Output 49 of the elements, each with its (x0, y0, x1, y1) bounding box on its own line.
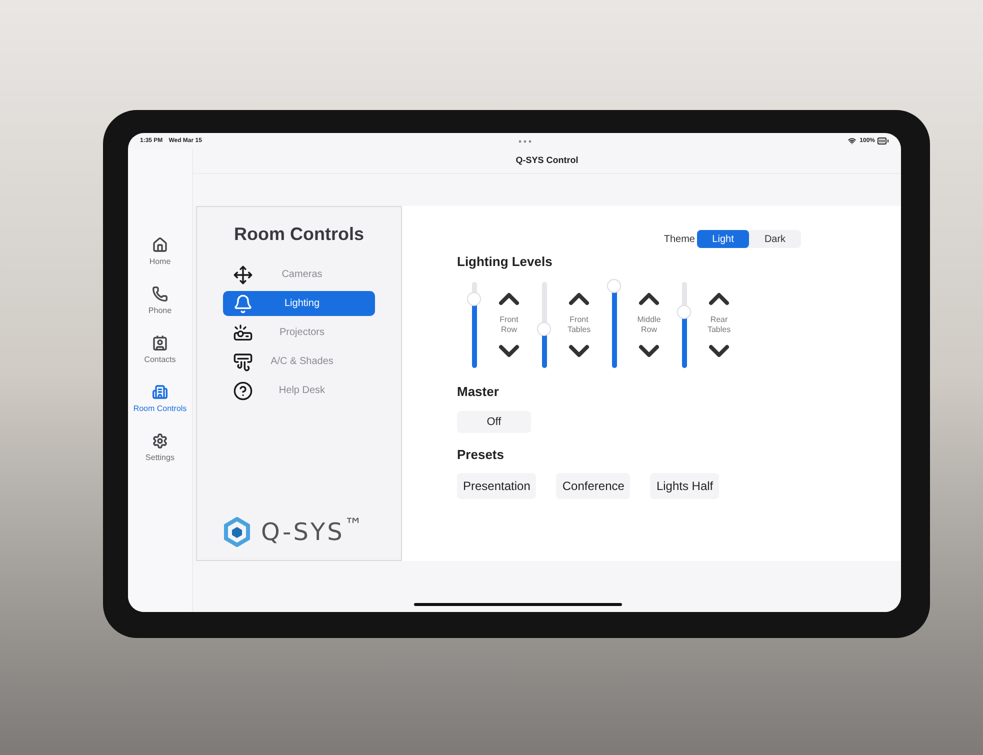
vertical-slider[interactable] (607, 282, 621, 368)
settings-icon (152, 433, 168, 449)
tab-bar-item[interactable]: Home (149, 237, 171, 268)
projector-icon (233, 322, 253, 342)
slider-thumb[interactable] (677, 304, 691, 319)
menu-item[interactable]: Help Desk (223, 378, 375, 403)
menu-item[interactable]: Cameras (223, 262, 375, 287)
window-title: Q-SYS Control (516, 154, 578, 168)
menu-item[interactable]: A/C & Shades (223, 349, 375, 374)
section-heading: Presets (457, 446, 505, 464)
theme-label: Theme (664, 232, 695, 246)
vertical-slider[interactable] (677, 282, 691, 368)
preset-button[interactable]: Conference (556, 472, 630, 499)
tab-bar-item[interactable]: Settings (146, 433, 174, 464)
logo-mark-icon (223, 517, 251, 547)
vertical-slider[interactable] (467, 282, 481, 368)
preset-button[interactable]: Lights Half (650, 472, 720, 499)
master-off-button[interactable]: Off (457, 411, 531, 434)
battery-icon (877, 135, 889, 147)
zone-label: Middle Row (636, 314, 662, 334)
menu-item[interactable]: Lighting (223, 291, 375, 316)
theme-option[interactable]: Light (697, 230, 749, 248)
multitask-dots-icon (518, 140, 532, 142)
air-conditioner-icon (233, 352, 253, 372)
tab-bar-item[interactable]: Contacts (144, 335, 176, 366)
section-heading: Lighting Levels (457, 253, 554, 271)
vertical-slider[interactable] (537, 282, 551, 368)
phone-icon (152, 286, 168, 302)
menu-item[interactable]: Projectors (223, 320, 375, 345)
help-icon (233, 380, 253, 400)
zone-label: Rear Tables (706, 314, 732, 334)
wifi-icon (848, 137, 856, 145)
theme-option[interactable]: Dark (749, 230, 801, 248)
tab-bar-item[interactable]: Phone (148, 286, 172, 317)
section-heading: Master (457, 382, 500, 400)
preset-button[interactable]: Presentation (457, 472, 536, 499)
panel-title: Room Controls (233, 223, 365, 246)
slider-thumb[interactable] (467, 292, 481, 306)
contact-card-icon (152, 335, 168, 351)
slider-thumb[interactable] (537, 322, 551, 336)
bell-icon (233, 294, 253, 314)
tab-bar-item[interactable]: Room Controls (133, 384, 187, 415)
logo-wordmark: Q-SYS$^{™}$ (261, 514, 364, 548)
slider-thumb[interactable] (607, 278, 621, 293)
zone-label: Front Tables (566, 314, 592, 334)
zone-label: Front Row (498, 314, 520, 334)
move-arrows-icon (233, 264, 253, 284)
building-icon (152, 384, 168, 400)
home-icon (152, 237, 168, 253)
